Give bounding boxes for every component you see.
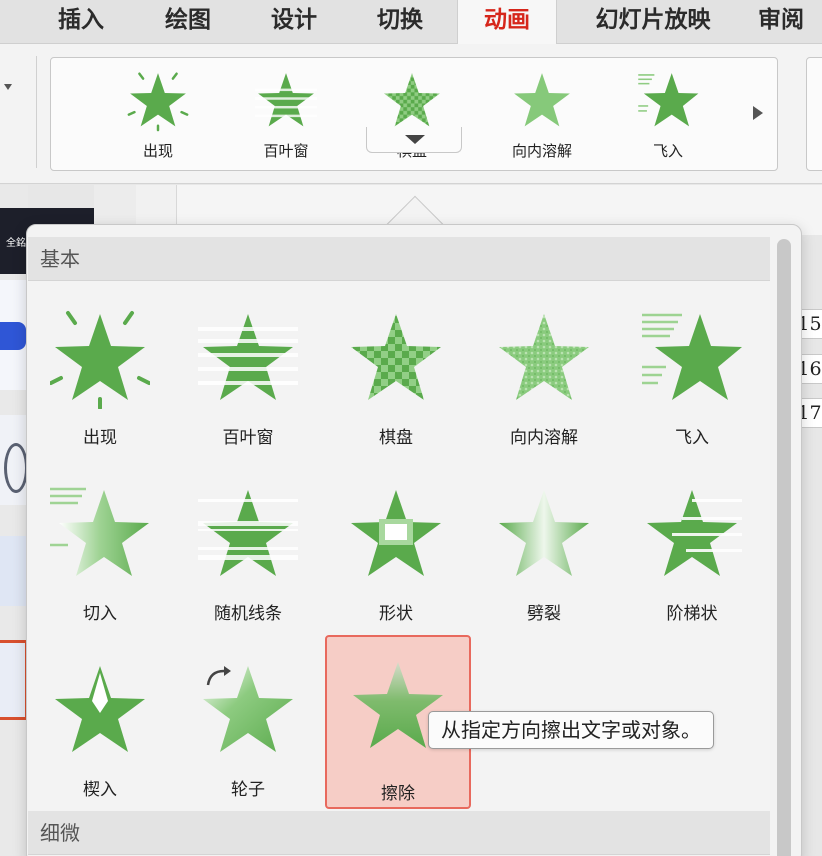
effect-fly-in[interactable]: 飞入 <box>619 295 765 467</box>
tab-draw[interactable]: 绘图 <box>140 0 236 44</box>
ribbon-group-partial <box>806 57 822 171</box>
gallery-item-label: 飞入 <box>652 142 683 160</box>
effect-appear[interactable]: 出现 <box>27 295 173 467</box>
slide-thumbnail[interactable] <box>0 536 28 606</box>
effect-label: 楔入 <box>83 780 117 800</box>
slide-thumbnail-selected[interactable] <box>0 640 28 720</box>
checkerboard-star-icon <box>384 73 440 127</box>
effect-label: 百叶窗 <box>222 428 274 448</box>
checkerboard-star-icon <box>351 314 441 400</box>
effect-tooltip: 从指定方向擦出文字或对象。 <box>428 711 714 749</box>
effect-split[interactable]: 劈裂 <box>471 471 617 643</box>
tab-slideshow[interactable]: 幻灯片放映 <box>568 0 738 44</box>
effect-label: 向内溶解 <box>510 428 578 448</box>
effect-label: 飞入 <box>675 428 709 448</box>
tab-animations[interactable]: 动画 <box>457 0 557 46</box>
stopwatch-icon <box>4 443 28 493</box>
slide-thumbnail[interactable] <box>0 280 28 390</box>
appear-star-icon <box>50 311 150 409</box>
dropdown-arrow-icon[interactable] <box>4 84 12 90</box>
gallery-item-label: 出现 <box>142 142 173 160</box>
wheel-star-icon <box>203 666 293 752</box>
fly-in-star-icon <box>638 73 699 127</box>
section-header-subtle: 细微 <box>28 811 770 855</box>
gallery-item-dissolve-in[interactable]: 向内溶解 <box>487 70 597 162</box>
tab-transitions[interactable]: 切换 <box>352 0 448 44</box>
blinds-star-icon <box>255 73 317 127</box>
effect-label: 劈裂 <box>527 604 561 624</box>
effect-peek-in[interactable]: 切入 <box>27 471 173 643</box>
effect-random-bars[interactable]: 随机线条 <box>175 471 321 643</box>
thumbnail-shape <box>0 322 26 350</box>
slide-thumbnail[interactable] <box>0 415 28 505</box>
popup-scrollbar[interactable] <box>777 239 791 856</box>
effect-label: 出现 <box>83 428 117 448</box>
gallery-item-label: 百叶窗 <box>263 142 309 160</box>
ribbon-divider <box>36 56 37 168</box>
appear-star-icon <box>127 72 189 132</box>
ribbon-tab-bar: 插入 绘图 设计 切换 动画 幻灯片放映 审阅 <box>0 0 822 46</box>
effect-shape[interactable]: 形状 <box>323 471 469 643</box>
wedge-star-icon <box>55 666 145 752</box>
effect-wedge[interactable]: 楔入 <box>27 647 173 819</box>
split-star-icon <box>499 490 589 576</box>
gallery-item-label: 向内溶解 <box>511 142 572 160</box>
animation-gallery-popup: 基本 出现 百叶窗 棋盘 向内溶解 飞入 切入 随机线条 形状 劈裂 阶梯状 楔… <box>26 224 802 856</box>
effect-wheel[interactable]: 轮子 <box>175 647 321 819</box>
effect-label: 擦除 <box>381 784 415 804</box>
gallery-expand-button[interactable] <box>366 127 462 153</box>
fly-in-star-icon <box>642 313 742 400</box>
gallery-next-arrow-icon[interactable] <box>753 106 763 120</box>
tab-design[interactable]: 设计 <box>246 0 342 44</box>
peek-in-star-icon <box>50 487 149 576</box>
gallery-item-blinds[interactable]: 百叶窗 <box>231 70 341 162</box>
effect-label: 阶梯状 <box>666 604 718 624</box>
ribbon-body: 出现 百叶窗 棋盘 <box>0 44 822 184</box>
expand-arrow-icon <box>405 135 425 144</box>
effect-label: 棋盘 <box>379 428 413 448</box>
tab-review[interactable]: 审阅 <box>758 0 822 44</box>
stairs-star-icon <box>647 490 742 576</box>
effect-label: 随机线条 <box>214 604 282 624</box>
effect-blinds[interactable]: 百叶窗 <box>175 295 321 467</box>
random-bars-star-icon <box>198 490 298 576</box>
effect-label: 形状 <box>379 604 413 624</box>
gallery-item-appear[interactable]: 出现 <box>103 70 213 162</box>
effect-label: 轮子 <box>231 780 265 800</box>
thumbnail-text: 全銘 <box>6 238 26 249</box>
effect-label: 切入 <box>83 604 117 624</box>
dissolve-in-star-icon <box>499 314 589 400</box>
effect-checkerboard[interactable]: 棋盘 <box>323 295 469 467</box>
effect-dissolve-in[interactable]: 向内溶解 <box>471 295 617 467</box>
effect-stairs[interactable]: 阶梯状 <box>619 471 765 643</box>
section-header-basic: 基本 <box>28 237 770 281</box>
animation-gallery: 出现 百叶窗 棋盘 <box>50 57 778 171</box>
dissolve-in-star-icon <box>514 73 570 127</box>
gallery-item-fly-in[interactable]: 飞入 <box>613 70 723 162</box>
tab-insert[interactable]: 插入 <box>36 0 126 44</box>
blinds-star-icon <box>198 314 298 400</box>
shape-star-icon <box>351 490 441 576</box>
